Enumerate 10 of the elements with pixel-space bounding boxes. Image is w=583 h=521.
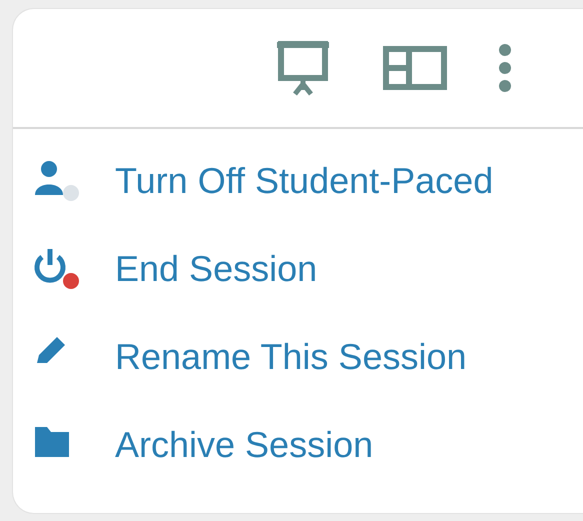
pencil-icon <box>37 337 65 363</box>
person-icon <box>35 161 63 195</box>
layout-icon[interactable] <box>383 46 447 90</box>
power-icon <box>34 249 66 283</box>
menu-item[interactable]: Archive Session <box>115 423 374 467</box>
menu-item[interactable]: End Session <box>115 247 318 291</box>
more-icon[interactable] <box>497 43 513 93</box>
menu-item[interactable]: Turn Off Student-Paced <box>115 159 494 203</box>
menu-item[interactable]: Rename This Session <box>115 335 467 379</box>
folder-icon <box>35 427 69 457</box>
